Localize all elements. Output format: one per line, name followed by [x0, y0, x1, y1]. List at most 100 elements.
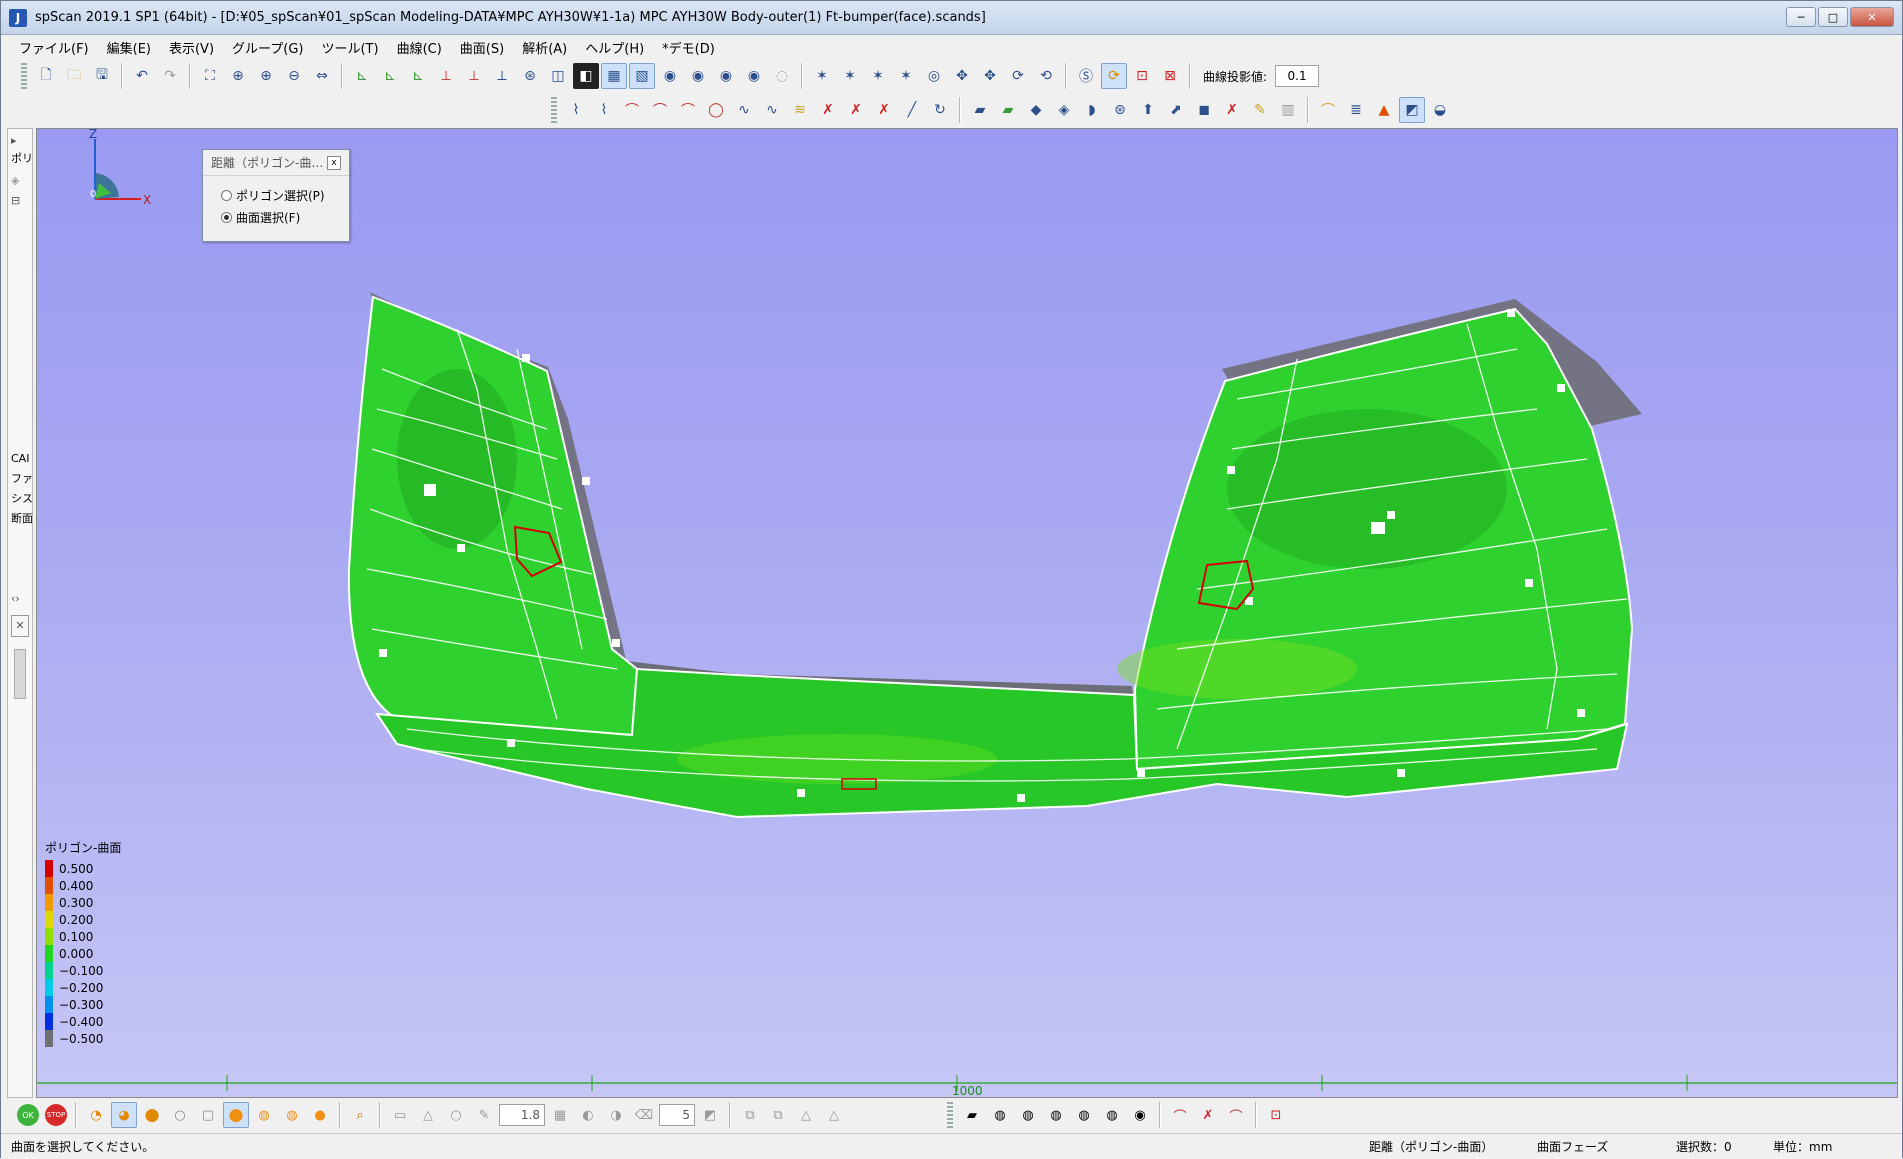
dock-collapse-icon[interactable]: ⊟	[11, 191, 33, 211]
curve-delete-icon[interactable]: ✗	[1195, 1102, 1221, 1128]
surface-tool5-icon[interactable]: ◍	[1099, 1102, 1125, 1128]
select-orange3-icon[interactable]: ◍	[279, 1102, 305, 1128]
select-circles-icon[interactable]: ○	[167, 1102, 193, 1128]
save-icon[interactable]: 🖫	[89, 63, 115, 89]
box-view-icon[interactable]: ◫	[545, 63, 571, 89]
menu-analysis[interactable]: 解析(A)	[522, 38, 567, 57]
move-v-icon[interactable]: ✥	[977, 63, 1003, 89]
radio-surface-select[interactable]: 曲面選択(F)	[203, 206, 349, 228]
3d-viewport[interactable]: Z X 0 1000	[36, 128, 1898, 1098]
deselect-point-icon[interactable]: ⊠	[1157, 63, 1183, 89]
surface-tool3-icon[interactable]: ◍	[1043, 1102, 1069, 1128]
radio-polygon-select[interactable]: ポリゴン選択(P)	[203, 184, 349, 206]
refresh-icon[interactable]: ⟳	[1101, 63, 1127, 89]
view-iso-icon[interactable]: ⟂	[433, 63, 459, 89]
surface-revolve-icon[interactable]: ⊛	[1107, 97, 1133, 123]
curve-fillet-icon[interactable]: ⌒	[1223, 1102, 1249, 1128]
zoom-window-icon[interactable]: ⊕	[225, 63, 251, 89]
invert-icon[interactable]: ◐	[575, 1102, 601, 1128]
circle-select-icon[interactable]: ○	[443, 1102, 469, 1128]
surface-create-icon[interactable]: ▰	[967, 97, 993, 123]
surface-create2-icon[interactable]: ▰	[995, 97, 1021, 123]
brush-select-icon[interactable]: ✎	[471, 1102, 497, 1128]
auto-curve-icon[interactable]: ⌇	[563, 97, 589, 123]
auto-surface-icon[interactable]: ▰	[959, 1102, 985, 1128]
point-v-icon[interactable]: ✶	[893, 63, 919, 89]
rect-select-icon[interactable]: ▭	[387, 1102, 413, 1128]
toolbar-grip[interactable]	[947, 1102, 953, 1128]
rotate-free-icon[interactable]: ⟲	[1033, 63, 1059, 89]
select-orange2-icon[interactable]: ◍	[251, 1102, 277, 1128]
dock-tab-system[interactable]: シス	[11, 489, 33, 509]
undo-icon[interactable]: ↶	[129, 63, 155, 89]
offset-curve-icon[interactable]: ≋	[787, 97, 813, 123]
point-eye-icon[interactable]: ◎	[921, 63, 947, 89]
rotate-view-icon[interactable]: ⊛	[517, 63, 543, 89]
menu-surface[interactable]: 曲面(S)	[460, 38, 504, 57]
surface-hidden-icon[interactable]: ▥	[1275, 97, 1301, 123]
grid-icon[interactable]: ▦	[547, 1102, 573, 1128]
point-x-icon[interactable]: ✶	[809, 63, 835, 89]
select-point-icon[interactable]: ⊡	[1129, 63, 1155, 89]
zoom-in-icon[interactable]: ⊕	[253, 63, 279, 89]
select-box-icon[interactable]: ▢	[195, 1102, 221, 1128]
eraser-icon[interactable]: ⌫	[631, 1102, 657, 1128]
color-map-icon[interactable]: ▲	[1371, 97, 1397, 123]
move-h-icon[interactable]: ✥	[949, 63, 975, 89]
surface-offset-icon[interactable]: ⬈	[1163, 97, 1189, 123]
zebra-icon[interactable]: ≣	[1343, 97, 1369, 123]
surface-eye-icon[interactable]: ◉	[685, 63, 711, 89]
dock-tab-section[interactable]: 断面	[11, 509, 33, 529]
select-single-icon[interactable]: ◔	[83, 1102, 109, 1128]
fillet-curve2-icon[interactable]: ⌒	[647, 97, 673, 123]
toolbar-grip[interactable]	[21, 63, 27, 89]
surface-tool1-icon[interactable]: ◍	[987, 1102, 1013, 1128]
pan-icon[interactable]: ⇔	[309, 63, 335, 89]
spline2-icon[interactable]: ∿	[759, 97, 785, 123]
render-mode-icon[interactable]: ◧	[573, 63, 599, 89]
menu-tools[interactable]: ツール(T)	[321, 38, 378, 57]
dock-arrows-icon[interactable]: ‹›	[11, 589, 33, 609]
toolbar-grip[interactable]	[551, 97, 557, 123]
auto-curve2-icon[interactable]: ⌇	[591, 97, 617, 123]
delete-curve2-icon[interactable]: ✗	[843, 97, 869, 123]
minimize-button[interactable]: ─	[1786, 7, 1816, 27]
curvature-icon[interactable]: ⌒	[1315, 97, 1341, 123]
projection-value-input[interactable]: 0.1	[1275, 65, 1320, 87]
polygon-shade-icon[interactable]: ▦	[601, 63, 627, 89]
view-yz-icon[interactable]: ⊾	[377, 63, 403, 89]
surface-tool6-icon[interactable]: ◉	[1127, 1102, 1153, 1128]
surface-box-icon[interactable]: ◼	[1191, 97, 1217, 123]
dock-tab-polygon[interactable]: ポリ	[11, 149, 33, 169]
circle-curve-icon[interactable]: ◯	[703, 97, 729, 123]
delete-curve3-icon[interactable]: ✗	[871, 97, 897, 123]
close-button[interactable]: ✕	[1850, 7, 1894, 27]
dock-pin-icon[interactable]: ▸	[11, 131, 33, 151]
surface-edit-icon[interactable]: ✎	[1247, 97, 1273, 123]
point-z-icon[interactable]: ✶	[865, 63, 891, 89]
window-select2-icon[interactable]: ⧉	[765, 1102, 791, 1128]
polygon-eye-icon[interactable]: ◉	[657, 63, 683, 89]
fillet-curve-icon[interactable]: ⌒	[619, 97, 645, 123]
surface-stack-icon[interactable]: ◈	[1051, 97, 1077, 123]
surface-eye2-icon[interactable]: ◉	[713, 63, 739, 89]
triangle-icon[interactable]: △	[793, 1102, 819, 1128]
count-input[interactable]: 5	[659, 1104, 695, 1126]
window-select-icon[interactable]: ⧉	[737, 1102, 763, 1128]
surface-tool4-icon[interactable]: ◍	[1071, 1102, 1097, 1128]
arc-curve-icon[interactable]: ⌒	[675, 97, 701, 123]
surface-delete-icon[interactable]: ✗	[1219, 97, 1245, 123]
dock-tab-file[interactable]: ファ	[11, 469, 33, 489]
triangle2-icon[interactable]: △	[821, 1102, 847, 1128]
radio-surface-icon[interactable]	[221, 211, 232, 223]
surface-fillet-icon[interactable]: ⬆	[1135, 97, 1161, 123]
lasso-icon[interactable]: ◑	[603, 1102, 629, 1128]
view-zx-icon[interactable]: ⊾	[405, 63, 431, 89]
view-xy-icon[interactable]: ⊾	[349, 63, 375, 89]
redo-icon[interactable]: ↷	[157, 63, 183, 89]
menu-view[interactable]: 表示(V)	[169, 38, 214, 57]
new-file-icon[interactable]: 🗋	[33, 63, 59, 89]
view-axis2-icon[interactable]: ⟂	[489, 63, 515, 89]
menu-demo[interactable]: *デモ(D)	[662, 38, 715, 57]
surface-sweep-icon[interactable]: ◗	[1079, 97, 1105, 123]
